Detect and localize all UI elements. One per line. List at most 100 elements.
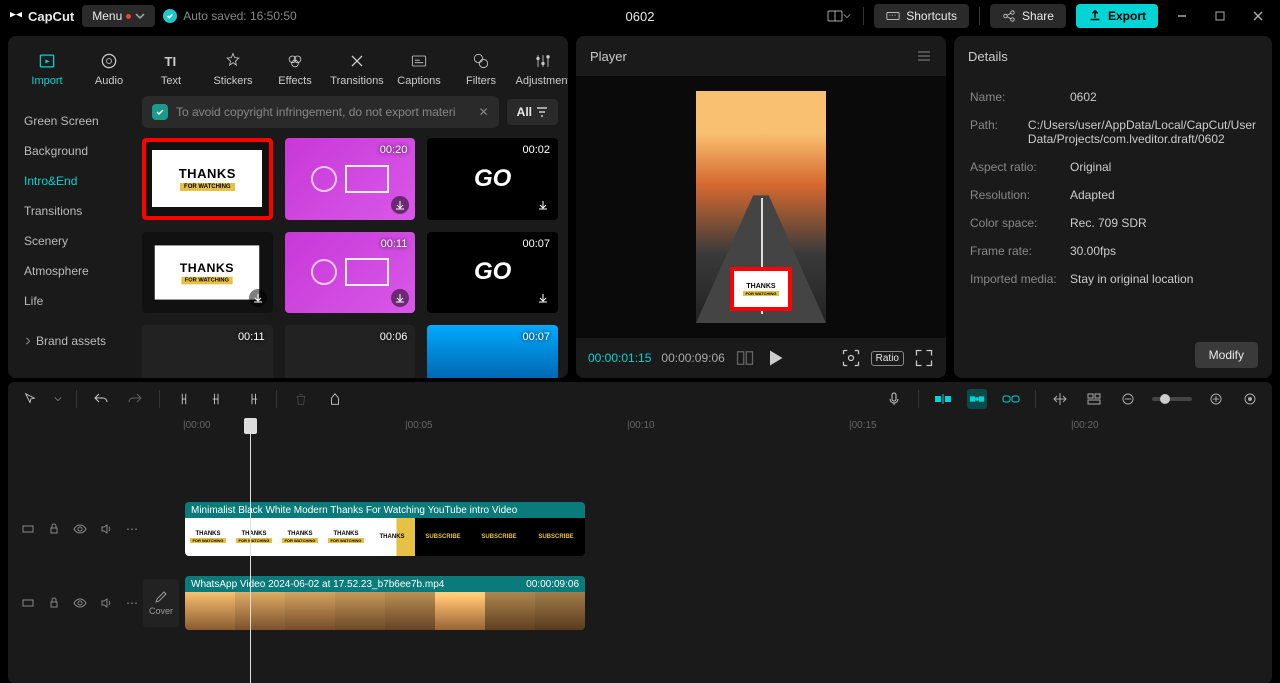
more-track-button[interactable]: ⋯ [124,521,140,537]
undo-icon [93,391,109,407]
layout-button[interactable] [825,5,853,27]
tab-transitions[interactable]: Transitions [326,42,388,96]
mute-track-button[interactable] [98,595,114,611]
download-icon[interactable] [534,289,552,307]
timeline[interactable]: |00:00 |00:05 |00:10 |00:15 |00:20 ⋯ Min… [8,416,1272,683]
asset-thumb[interactable]: 00:11 [142,325,273,378]
chevron-down-icon[interactable] [54,395,62,403]
sidebar-item-brand-assets[interactable]: Brand assets [8,326,132,356]
visibility-track-button[interactable] [72,595,88,611]
asset-thumb[interactable]: THANKSFOR WATCHING [142,232,273,314]
download-icon[interactable] [391,289,409,307]
shortcuts-button[interactable]: Shortcuts [874,4,969,28]
download-icon[interactable] [391,196,409,214]
sidebar-item-background[interactable]: Background [8,136,132,166]
asset-thumb[interactable]: 00:06 [285,325,416,378]
sidebar-item-greenscreen[interactable]: Green Screen [8,106,132,136]
tab-import[interactable]: Import [16,42,78,96]
undo-button[interactable] [91,389,111,409]
visibility-track-button[interactable] [72,521,88,537]
asset-thumb[interactable]: THANKSFOR WATCHING [142,138,273,220]
asset-thumb[interactable]: 00:02 GO [427,138,558,220]
collapse-track-button[interactable] [20,521,36,537]
delete-button[interactable] [291,389,311,409]
export-icon [1088,9,1102,23]
compare-icon[interactable] [735,348,755,368]
timeline-clip-overlay[interactable]: Minimalist Black White Modern Thanks For… [185,502,585,556]
sidebar-item-scenery[interactable]: Scenery [8,226,132,256]
timeline-ruler[interactable]: |00:00 |00:05 |00:10 |00:15 |00:20 [8,416,1272,440]
hamburger-icon[interactable] [916,48,932,64]
export-button[interactable]: Export [1076,4,1158,28]
zoom-out-button[interactable] [1118,389,1138,409]
asset-thumb[interactable]: 00:07 [427,325,558,378]
media-panel: Import Audio TI Text Stickers Effects Tr… [8,36,568,378]
scan-icon[interactable] [841,348,861,368]
download-icon[interactable] [249,289,267,307]
minimize-icon [1176,10,1188,22]
zoom-in-button[interactable] [1206,389,1226,409]
shield-icon [152,104,168,120]
asset-thumb[interactable]: 00:11 [285,232,416,314]
close-button[interactable] [1244,5,1272,27]
preview-axis-button[interactable] [1050,389,1070,409]
tab-text[interactable]: TI Text [140,42,202,96]
pencil-icon [154,590,168,604]
tab-effects[interactable]: Effects [264,42,326,96]
redo-button[interactable] [125,389,145,409]
menu-button[interactable]: Menu [82,5,155,27]
marker-button[interactable] [325,389,345,409]
mute-track-button[interactable] [98,521,114,537]
asset-thumb[interactable]: 00:20 [285,138,416,220]
minimize-button[interactable] [1168,5,1196,27]
link-button[interactable] [1001,389,1021,409]
asset-grid: THANKSFOR WATCHING 00:20 00:02 GO TH [142,138,558,378]
filter-all-button[interactable]: All [507,99,558,125]
playhead-handle-icon[interactable] [244,418,257,434]
track-controls: ⋯ [8,566,143,640]
fullscreen-icon[interactable] [914,348,934,368]
zoom-slider[interactable] [1152,397,1192,401]
fit-button[interactable] [1240,389,1260,409]
cover-button[interactable]: Cover [143,579,179,627]
split-right-button[interactable] [242,389,262,409]
sidebar-item-life[interactable]: Life [8,286,132,316]
asset-thumb[interactable]: 00:07 GO [427,232,558,314]
mic-icon [886,391,902,407]
playhead[interactable] [250,418,251,683]
lock-track-button[interactable] [46,521,62,537]
zoom-in-icon [1209,392,1223,406]
ratio-button[interactable]: Ratio [871,351,904,366]
share-button[interactable]: Share [990,4,1066,28]
collapse-track-button[interactable] [20,595,36,611]
sidebar-item-atmosphere[interactable]: Atmosphere [8,256,132,286]
preview-track-button[interactable] [1084,389,1104,409]
maximize-button[interactable] [1206,5,1234,27]
mic-button[interactable] [884,389,904,409]
tab-audio[interactable]: Audio [78,42,140,96]
timeline-clip-video[interactable]: WhatsApp Video 2024-06-02 at 17.52.23_b7… [185,576,585,630]
tab-adjustment[interactable]: Adjustment [512,42,568,96]
track-preview-icon [1086,391,1102,407]
snap-button[interactable] [933,389,953,409]
lock-track-button[interactable] [46,595,62,611]
sidebar-item-introend[interactable]: Intro&End [8,166,132,196]
pointer-tool[interactable] [20,389,40,409]
keyboard-icon [886,9,900,23]
download-icon[interactable] [534,196,552,214]
chevron-down-icon [135,11,145,21]
sidebar-item-transitions[interactable]: Transitions [8,196,132,226]
redo-icon [127,391,143,407]
tab-captions[interactable]: Captions [388,42,450,96]
player-viewport[interactable]: THANKSFOR WATCHING [576,76,946,338]
play-icon[interactable] [765,348,785,368]
modify-button[interactable]: Modify [1195,342,1258,368]
tab-stickers[interactable]: Stickers [202,42,264,96]
split-button[interactable] [174,389,194,409]
split-left-button[interactable] [208,389,228,409]
close-notice-button[interactable]: ✕ [479,105,489,119]
magnet-button[interactable] [967,389,987,409]
more-track-button[interactable]: ⋯ [124,595,140,611]
total-duration: 00:00:09:06 [661,351,724,365]
tab-filters[interactable]: Filters [450,42,512,96]
